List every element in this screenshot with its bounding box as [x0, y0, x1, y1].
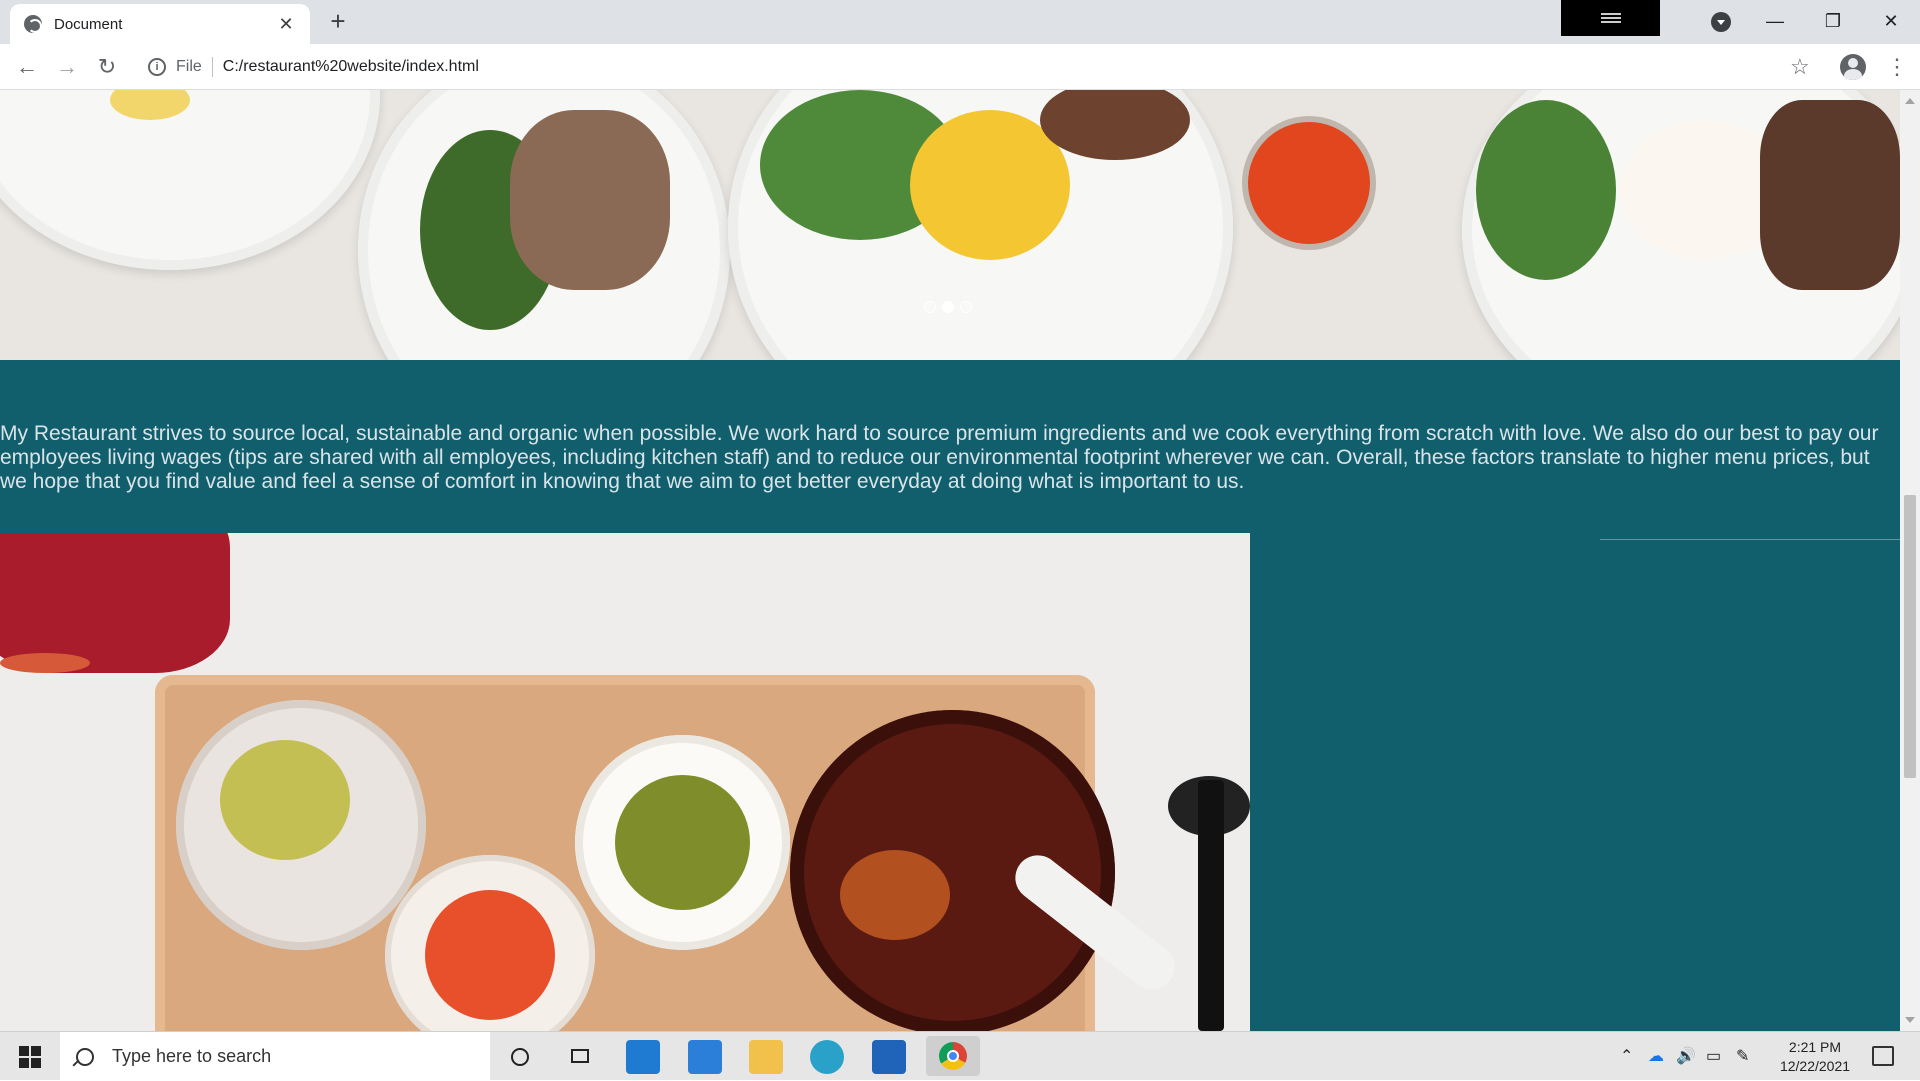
page-scrollbar[interactable]	[1900, 90, 1920, 1031]
scroll-down-arrow-icon[interactable]	[1905, 1017, 1915, 1023]
pickled-peppers-image	[425, 890, 555, 1020]
cortana-icon[interactable]	[503, 1040, 537, 1074]
volume-icon[interactable]: 🔊	[1676, 1046, 1696, 1066]
search-placeholder: Type here to search	[112, 1046, 272, 1066]
carousel-indicators	[924, 301, 972, 313]
pickled-cucumber-image	[220, 740, 350, 860]
carousel-dot-3[interactable]	[960, 301, 972, 313]
close-window-button[interactable]: ✕	[1868, 6, 1914, 36]
minimize-button[interactable]: —	[1752, 6, 1798, 36]
screen-recorder-overlay[interactable]	[1561, 0, 1660, 36]
chrome-center-icon	[947, 1050, 959, 1062]
bookmark-star-icon[interactable]: ☆	[1790, 54, 1810, 80]
carousel-image	[0, 90, 1900, 360]
pen-icon[interactable]: ✎	[1736, 1046, 1749, 1066]
network-icon[interactable]: ▭	[1706, 1046, 1721, 1066]
tab-title: Document	[54, 15, 123, 33]
reload-button[interactable]: ↻	[92, 52, 122, 82]
tomato-image	[840, 850, 950, 940]
onedrive-icon[interactable]: ☁	[1648, 1046, 1664, 1066]
decorative-line	[1600, 539, 1900, 540]
task-view-icon[interactable]	[563, 1040, 597, 1074]
vscode-icon[interactable]	[626, 1040, 660, 1074]
clock-time: 2:21 PM	[1788, 1039, 1842, 1055]
scheme-label: File	[176, 58, 202, 75]
browser-tab[interactable]: Document ✕	[10, 4, 310, 44]
plate-image	[0, 90, 380, 270]
restore-button[interactable]: ❐	[1810, 6, 1856, 36]
browser-menu-icon[interactable]: ⋮	[1886, 52, 1908, 82]
tab-close-button[interactable]: ✕	[276, 14, 296, 35]
info-icon[interactable]: i	[148, 58, 166, 76]
tab-search-icon[interactable]	[1711, 12, 1731, 32]
forward-button[interactable]: →	[52, 52, 82, 82]
carousel-dot-2[interactable]	[942, 301, 954, 313]
address-bar[interactable]: i File C:/restaurant%20website/index.htm…	[140, 49, 1790, 85]
about-paragraph: My Restaurant strives to source local, s…	[0, 422, 1879, 493]
carousel-dot-1[interactable]	[924, 301, 936, 313]
address-separator	[211, 57, 213, 77]
scrollbar-thumb[interactable]	[1904, 495, 1916, 778]
taskbar-search-box[interactable]: Type here to search	[60, 1032, 490, 1081]
edge-icon[interactable]	[810, 1040, 844, 1074]
profile-avatar[interactable]	[1840, 54, 1866, 80]
straw-image	[0, 653, 90, 673]
mail-icon[interactable]	[688, 1040, 722, 1074]
back-button[interactable]: ←	[12, 52, 42, 82]
start-icon[interactable]	[10, 1040, 50, 1072]
chrome-taskbar-button[interactable]	[926, 1036, 980, 1076]
fish-fillet-image	[510, 110, 670, 290]
sauce-cup-image	[1248, 122, 1370, 244]
taskbar-clock[interactable]: 2:21 PM 12/22/2021	[1772, 1038, 1858, 1076]
herb-salad-image	[1476, 100, 1616, 280]
windows-taskbar: Type here to search ⌃ ☁ 🔊 ▭ ✎ 2:21 PM 12…	[0, 1031, 1920, 1081]
browser-titlebar: Document ✕ + — ❐ ✕	[0, 0, 1920, 44]
clock-date: 12/22/2021	[1779, 1058, 1851, 1074]
show-hidden-icons-icon[interactable]: ⌃	[1620, 1046, 1633, 1066]
new-tab-button[interactable]: +	[324, 8, 352, 36]
notification-center-icon[interactable]	[1872, 1046, 1894, 1066]
steak-image	[1760, 100, 1900, 290]
search-icon	[76, 1047, 94, 1066]
hamburger-icon	[1600, 13, 1621, 23]
store-icon[interactable]	[872, 1040, 906, 1074]
chopsticks-image	[1198, 780, 1224, 1031]
browser-toolbar: ← → ↻ i File C:/restaurant%20website/ind…	[0, 44, 1920, 90]
globe-icon	[24, 15, 42, 33]
page-viewport: My Restaurant strives to source local, s…	[0, 90, 1900, 1031]
scroll-up-arrow-icon[interactable]	[1905, 98, 1915, 104]
url-text[interactable]: C:/restaurant%20website/index.html	[223, 58, 479, 76]
file-explorer-icon[interactable]	[749, 1040, 783, 1074]
relish-image	[615, 775, 750, 910]
juice-jar-image	[0, 533, 230, 673]
